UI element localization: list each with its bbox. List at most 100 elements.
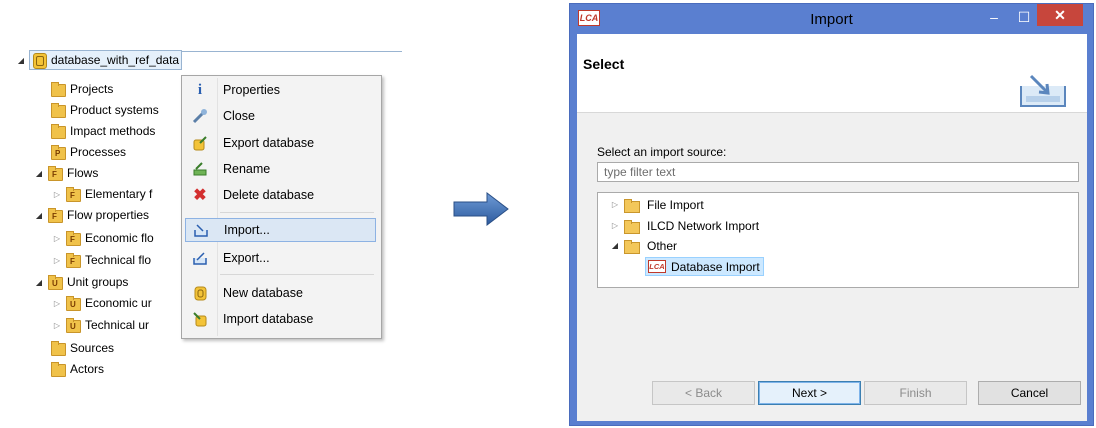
import-wizard-icon (1020, 74, 1066, 107)
dialog-body: Select Select an import source: ▷ File I… (577, 34, 1087, 421)
menu-item-new-database[interactable]: New database (185, 281, 376, 305)
tree-item-label: Product systems (70, 103, 159, 117)
tree-item-product-systems[interactable]: Product systems (50, 100, 159, 120)
delete-icon: ✖ (193, 187, 207, 204)
tree-item-label: Processes (70, 145, 127, 159)
menu-item-import[interactable]: Import... (185, 218, 376, 242)
root-label: database_with_ref_data (51, 53, 180, 67)
cancel-button[interactable]: Cancel (978, 381, 1081, 405)
info-icon: i (197, 81, 203, 98)
technical-units-folder-icon: U (65, 317, 81, 333)
impact-methods-icon (50, 123, 66, 139)
expand-arrow-icon[interactable]: ◢ (34, 169, 44, 178)
tree-item-label: Flows (67, 166, 99, 180)
tree-root-node[interactable]: ◢ database_with_ref_data (16, 50, 183, 70)
source-item-ilcd-network-import[interactable]: ▷ ILCD Network Import (610, 216, 759, 235)
menu-item-export[interactable]: Export... (185, 246, 376, 270)
import-database-icon (185, 311, 215, 327)
right-arrow-icon (453, 192, 509, 226)
collapse-arrow-icon[interactable]: ▷ (52, 321, 62, 330)
tree-item-flows[interactable]: ◢ F Flows (34, 163, 98, 183)
menu-item-delete-database[interactable]: ✖ Delete database (185, 183, 376, 207)
tree-item-elementary-flows[interactable]: ▷ F Elementary f (52, 184, 152, 204)
source-item-database-import[interactable]: LCA Database Import (645, 257, 764, 276)
tree-item-label: Economic ur (85, 296, 152, 310)
expand-arrow-icon[interactable]: ◢ (34, 278, 44, 287)
tree-item-technical-units[interactable]: ▷ U Technical ur (52, 315, 149, 335)
technical-flows-folder-icon: F (65, 252, 81, 268)
expand-arrow-icon[interactable]: ◢ (610, 241, 620, 250)
menu-item-label: Close (223, 109, 255, 123)
rename-icon (185, 161, 215, 177)
tree-item-label: Technical flo (85, 253, 152, 267)
source-item-label: Other (647, 238, 678, 253)
tree-item-label: Unit groups (67, 275, 129, 289)
folder-icon (623, 198, 641, 213)
menu-item-export-database[interactable]: Export database (185, 131, 376, 155)
tree-item-processes[interactable]: P Processes (50, 142, 126, 162)
projects-folder-icon (50, 81, 66, 97)
expand-arrow-icon[interactable]: ◢ (34, 211, 44, 220)
collapse-arrow-icon[interactable]: ▷ (52, 234, 62, 243)
sources-icon (50, 340, 66, 356)
maximize-button[interactable]: ☐ (1010, 6, 1038, 28)
import-source-label: Select an import source: (597, 145, 727, 159)
next-button[interactable]: Next > (758, 381, 861, 405)
product-systems-icon (50, 102, 66, 118)
source-item-other[interactable]: ◢ Other (610, 236, 677, 255)
economic-units-folder-icon: U (65, 295, 81, 311)
menu-separator (220, 212, 374, 213)
tree-item-economic-flows[interactable]: ▷ F Economic flo (52, 228, 154, 248)
flows-folder-icon: F (47, 165, 63, 181)
menu-item-import-database[interactable]: Import database (185, 307, 376, 331)
menu-item-properties[interactable]: i Properties (185, 78, 376, 102)
tree-item-flow-properties[interactable]: ◢ F Flow properties (34, 205, 149, 225)
import-source-tree: ▷ File Import ▷ ILCD Network Import ◢ Ot… (597, 192, 1079, 288)
import-icon (186, 222, 216, 238)
menu-item-label: Export... (223, 251, 270, 265)
tree-item-label: Impact methods (70, 124, 156, 138)
expand-arrow-icon[interactable]: ◢ (16, 56, 26, 65)
collapse-arrow-icon[interactable]: ▷ (610, 200, 620, 209)
export-database-icon (185, 135, 215, 151)
flow-properties-folder-icon: F (47, 207, 63, 223)
context-menu: i Properties Close Export database Renam… (181, 75, 382, 339)
tree-item-projects[interactable]: Projects (50, 79, 113, 99)
processes-folder-icon: P (50, 144, 66, 160)
finish-button[interactable]: Finish (864, 381, 967, 405)
new-database-icon (185, 285, 215, 301)
lca-icon: LCA (648, 260, 666, 273)
collapse-arrow-icon[interactable]: ▷ (52, 256, 62, 265)
tree-item-actors[interactable]: Actors (50, 359, 104, 379)
tree-item-impact-methods[interactable]: Impact methods (50, 121, 155, 141)
tree-item-unit-groups[interactable]: ◢ U Unit groups (34, 272, 128, 292)
menu-item-label: Import database (223, 312, 314, 326)
menu-item-rename[interactable]: Rename (185, 157, 376, 181)
menu-item-close[interactable]: Close (185, 104, 376, 128)
back-button[interactable]: < Back (652, 381, 755, 405)
dialog-titlebar[interactable]: LCA Import – ☐ ✕ (570, 4, 1093, 34)
export-icon (185, 250, 215, 266)
source-item-label: Database Import (671, 259, 760, 274)
filter-input[interactable] (597, 162, 1079, 182)
actors-icon (50, 361, 66, 377)
tree-item-technical-flows[interactable]: ▷ F Technical flo (52, 250, 151, 270)
import-dialog: LCA Import – ☐ ✕ Select Select an import… (569, 3, 1094, 426)
collapse-arrow-icon[interactable]: ▷ (52, 299, 62, 308)
economic-flows-folder-icon: F (65, 230, 81, 246)
minimize-button[interactable]: – (980, 6, 1008, 28)
unit-groups-folder-icon: U (47, 274, 63, 290)
tree-item-economic-units[interactable]: ▷ U Economic ur (52, 293, 152, 313)
collapse-arrow-icon[interactable]: ▷ (610, 221, 620, 230)
menu-item-label: Rename (223, 162, 271, 176)
source-item-file-import[interactable]: ▷ File Import (610, 195, 704, 214)
tree-item-label: Elementary f (85, 187, 153, 201)
tree-item-sources[interactable]: Sources (50, 338, 114, 358)
close-button[interactable]: ✕ (1037, 4, 1083, 26)
menu-item-label: Import... (224, 223, 270, 237)
collapse-arrow-icon[interactable]: ▷ (52, 190, 62, 199)
menu-item-label: Delete database (223, 188, 315, 202)
folder-icon (623, 219, 641, 234)
menu-item-label: Export database (223, 136, 315, 150)
tree-item-label: Projects (70, 82, 114, 96)
